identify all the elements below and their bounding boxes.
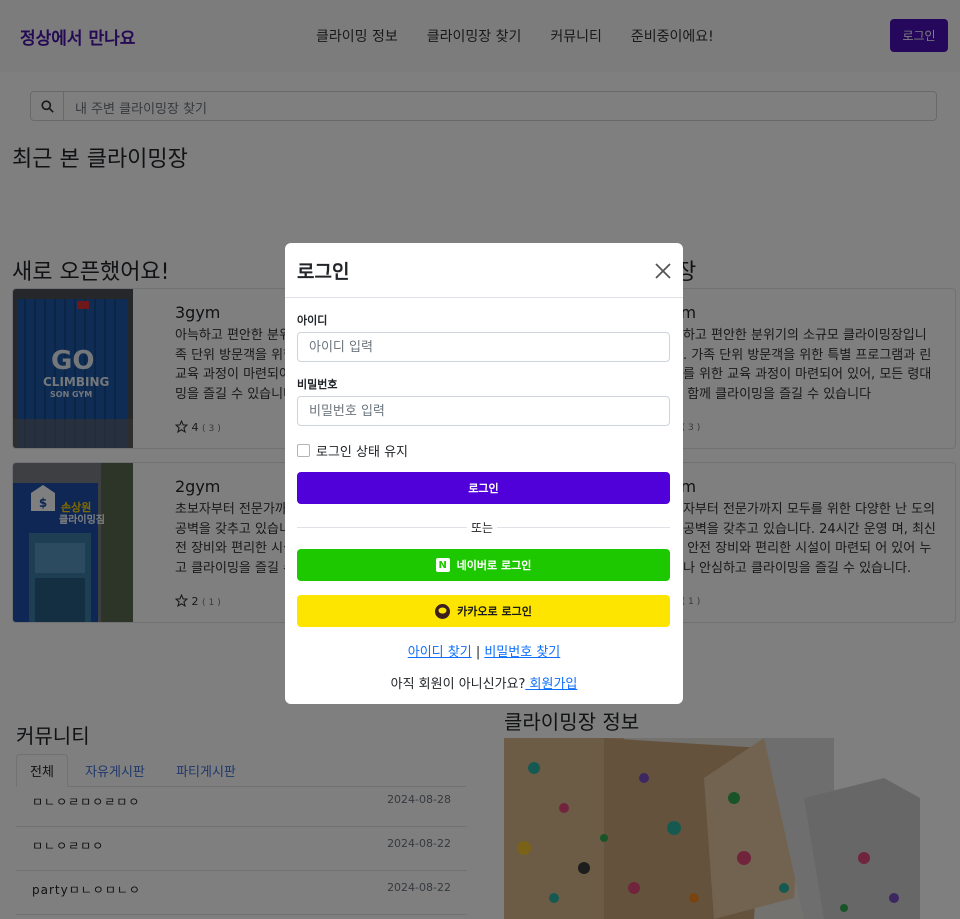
close-icon[interactable]: [653, 261, 673, 281]
id-field-wrapper: [297, 332, 670, 362]
link-separator: |: [475, 645, 481, 660]
remember-me-label[interactable]: 로그인 상태 유지: [316, 441, 408, 460]
find-id-link[interactable]: 아이디 찾기: [408, 645, 472, 660]
remember-me[interactable]: 로그인 상태 유지: [297, 441, 408, 460]
naver-login-button[interactable]: N 네이버로 로그인: [297, 549, 670, 581]
id-label: 아이디: [297, 314, 328, 327]
password-field-wrapper: [297, 396, 670, 426]
password-input[interactable]: [298, 397, 669, 425]
find-password-link[interactable]: 비밀번호 찾기: [484, 645, 560, 660]
not-member-text: 아직 회원이 아니신가요?: [390, 677, 526, 692]
id-input[interactable]: [298, 333, 669, 361]
signup-prompt: 아직 회원이 아니신가요? 회원가입: [285, 673, 683, 692]
remember-me-checkbox[interactable]: [297, 444, 310, 457]
kakao-login-button[interactable]: 카카오로 로그인: [297, 595, 670, 627]
naver-icon: N: [435, 558, 450, 572]
login-modal: 로그인 아이디 비밀번호 로그인 상태 유지 로그인 또는 N 네이버로 로그인…: [285, 243, 683, 704]
signup-link[interactable]: 회원가입: [525, 677, 578, 692]
password-label: 비밀번호: [297, 378, 338, 391]
naver-login-label: 네이버로 로그인: [456, 559, 532, 572]
login-submit-button[interactable]: 로그인: [297, 472, 670, 504]
modal-header: 로그인: [285, 243, 683, 298]
modal-title: 로그인: [297, 261, 350, 283]
or-text: 또는: [467, 519, 498, 536]
kakao-chat-icon: [435, 603, 451, 619]
kakao-login-label: 카카오로 로그인: [457, 605, 532, 618]
find-account-links: 아이디 찾기 | 비밀번호 찾기: [285, 641, 683, 660]
